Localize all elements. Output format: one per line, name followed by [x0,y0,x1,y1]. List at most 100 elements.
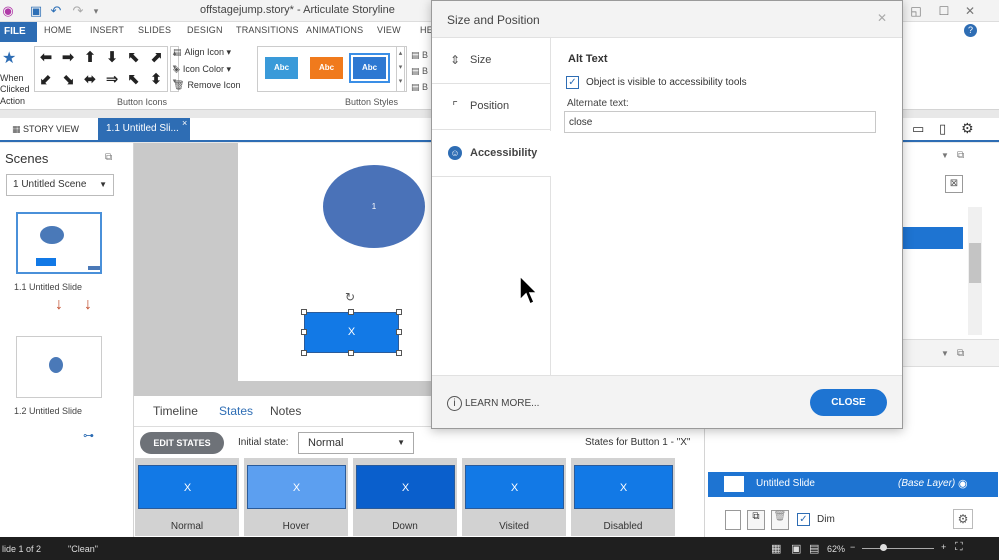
dialog-close-icon[interactable]: ✕ [877,11,887,25]
layer-settings-gear-icon[interactable]: ⚙ [953,509,973,529]
customize-toolbar-icon[interactable]: ▾ [88,3,104,19]
zoom-slider[interactable] [862,548,934,549]
story-view-tab[interactable]: ▦ STORY VIEW [12,124,79,135]
arrow-up-left-icon[interactable]: ⬉ [123,47,145,69]
resize-handle[interactable] [348,350,354,356]
resize-handle[interactable] [301,309,307,315]
tab-file[interactable]: FILE [0,22,37,42]
style-blue-selected[interactable]: Abc [349,53,390,83]
resize-handle[interactable] [396,309,402,315]
close-tab-icon[interactable]: × [182,112,187,134]
arrow-up-down-icon[interactable]: ⬍ [145,69,167,91]
alternate-text-input[interactable] [564,111,876,133]
help-icon[interactable]: ? [964,24,977,37]
eye-icon[interactable]: ◉ [958,477,968,490]
nav-position[interactable]: ⌜ Position [432,84,550,130]
button-icons-gallery[interactable]: ⬅ ➡ ⬆ ⬇ ⬉ ⬈ ⬋ ⬊ ⬌ ⇒ ⬉ ⬍ [34,46,168,92]
fit-icon[interactable]: ▤ [809,542,819,555]
duplicate-layer-icon[interactable]: ⧉ [747,510,765,530]
panel-float-icon[interactable]: ⧉ [105,152,112,163]
zoom-slider-thumb[interactable] [880,544,887,551]
align-icon-command[interactable]: ▤ Align Icon ▾ [173,47,231,58]
settings-gear-icon[interactable]: ⚙ [961,120,974,137]
tab-timeline[interactable]: Timeline [153,404,198,418]
slide-thumbnail-2[interactable] [16,336,102,398]
resize-handle[interactable] [301,329,307,335]
tab-design[interactable]: DESIGN [187,25,223,35]
resize-handle[interactable] [301,350,307,356]
visible-checkbox[interactable]: ✓ [566,76,579,89]
close-window-icon[interactable]: ✕ [962,3,978,19]
edit-states-button[interactable]: EDIT STATES [140,432,224,454]
restore-down-icon[interactable]: ◱ [908,3,924,19]
action-star-icon[interactable]: ★ [2,48,16,68]
fit-window-icon[interactable]: ⛶ [955,541,963,554]
dim-checkbox[interactable]: ✓ [797,513,810,526]
resize-handle[interactable] [348,309,354,315]
tab-insert[interactable]: INSERT [90,25,124,35]
state-visited[interactable]: X Visited [462,458,566,536]
button-x[interactable]: X [304,312,399,353]
resize-handle[interactable] [396,350,402,356]
remove-icon-command[interactable]: 🗑 Remove Icon [173,80,240,91]
effects-icon[interactable]: ▤ B [411,82,428,93]
collapse-icon[interactable]: ▼ [941,151,949,160]
rotate-handle-icon[interactable]: ↻ [345,290,355,304]
phone-preview-icon[interactable]: ▯ [939,121,946,137]
oval-shape[interactable]: 1 [323,165,425,248]
slide-tab[interactable]: 1.1 Untitled Sli... × [98,118,190,140]
style-blue-light[interactable]: Abc [265,57,298,79]
normal-view-icon[interactable]: ▣ [791,542,801,555]
nav-size[interactable]: ⇕ Size [432,38,550,84]
tab-notes[interactable]: Notes [270,404,301,418]
tab-slides[interactable]: SLIDES [138,25,171,35]
save-icon[interactable]: ▣ [28,3,44,19]
outline-icon[interactable]: ▤ B [411,66,428,77]
nav-accessibility[interactable]: ☺ Accessibility [432,131,551,177]
desktop-preview-icon[interactable]: ▭ [912,121,924,137]
arrow-down-right-icon[interactable]: ⬊ [57,69,79,91]
new-layer-icon[interactable] [725,510,741,530]
styles-scroll[interactable]: ▴ ▾ ▾ [396,46,405,92]
maximize-icon[interactable]: ☐ [936,3,952,19]
delete-layer-icon[interactable]: 🗑 [771,510,789,530]
zoom-out-icon[interactable]: − [850,542,855,552]
slide-thumbnail-1[interactable] [16,212,102,274]
close-button[interactable]: CLOSE [810,389,887,416]
state-hover[interactable]: X Hover [244,458,348,536]
arrow-left-icon[interactable]: ⬅ [35,47,57,69]
resize-handle[interactable] [396,329,402,335]
tab-view[interactable]: VIEW [377,25,401,35]
arrow-right-icon[interactable]: ➡ [57,47,79,69]
tab-states[interactable]: States [219,404,253,418]
arrow-up-right-icon[interactable]: ⬈ [145,47,167,69]
icon-color-command[interactable]: ◈ Icon Color ▾ [173,64,231,75]
panel-float-icon[interactable]: ⧉ [957,150,964,161]
tab-home[interactable]: HOME [44,25,72,35]
grid-view-icon[interactable]: ▦ [771,542,781,555]
scrollbar-thumb[interactable] [969,243,981,283]
undo-icon[interactable]: ↶ [48,3,64,19]
panel-float-icon[interactable]: ⧉ [957,348,964,359]
state-normal[interactable]: X Normal [135,458,239,536]
zoom-in-icon[interactable]: + [941,542,946,552]
triggers-icon[interactable]: ⊠ [945,175,963,193]
arrow-down-icon[interactable]: ⬇ [101,47,123,69]
fill-icon[interactable]: ▤ B [411,50,428,61]
base-layer-row[interactable]: Untitled Slide (Base Layer) ◉ [708,472,998,497]
state-down[interactable]: X Down [353,458,457,536]
arrow-double-right-icon[interactable]: ⇒ [101,69,123,91]
tab-animations[interactable]: ANIMATIONS [306,25,363,35]
tab-transitions[interactable]: TRANSITIONS [236,25,299,35]
learn-more-link[interactable]: i LEARN MORE... [447,396,539,411]
arrow-diagonal-icon[interactable]: ⬉ [123,69,145,91]
collapse-icon[interactable]: ▼ [941,349,949,358]
arrow-left-right-icon[interactable]: ⬌ [79,69,101,91]
style-orange[interactable]: Abc [310,57,343,79]
initial-state-dropdown[interactable]: Normal ▼ [298,432,414,454]
arrow-down-left-icon[interactable]: ⬋ [35,69,57,91]
redo-icon[interactable]: ↷ [70,3,86,19]
state-disabled[interactable]: X Disabled [571,458,675,536]
scene-dropdown[interactable]: 1 Untitled Scene ▼ [6,174,114,196]
arrow-up-icon[interactable]: ⬆ [79,47,101,69]
